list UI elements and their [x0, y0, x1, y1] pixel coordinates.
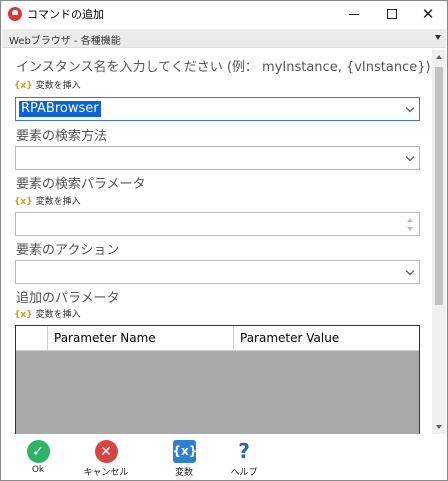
insert-variable-label: 変数を挿入: [35, 310, 81, 320]
command-category-select[interactable]: Webブラウザ - 各種機能: [2, 29, 446, 48]
window-title: コマンドの追加: [27, 8, 104, 21]
form-panel: インスタンス名を入力してください (例： myInstance, {vInsta…: [2, 50, 432, 434]
variables-button[interactable]: {x} 変数: [159, 440, 209, 480]
column-header-parameter-value[interactable]: Parameter Value: [234, 326, 419, 351]
help-question-icon: ?: [238, 439, 250, 463]
scroll-up-icon[interactable]: [436, 55, 442, 59]
insert-variable-label: 変数を挿入: [35, 197, 81, 207]
insert-variable-label: 変数を挿入: [35, 81, 81, 91]
extra-params-insert-variable-link[interactable]: {x} 変数を挿入: [14, 307, 81, 320]
grid-header: Parameter Name Parameter Value: [16, 326, 419, 351]
parameter-grid[interactable]: Parameter Name Parameter Value: [15, 325, 420, 434]
chevron-down-icon[interactable]: [405, 152, 415, 162]
check-icon: ✓: [26, 440, 50, 463]
spin-down-icon[interactable]: [407, 227, 413, 231]
search-param-insert-variable-link[interactable]: {x} 変数を挿入: [14, 194, 81, 207]
cancel-button[interactable]: ✕ キャンセル: [81, 440, 131, 480]
add-command-window: コマンドの追加 ✕ Webブラウザ - 各種機能 インスタンス名を入力してくださ…: [0, 0, 448, 481]
ok-button[interactable]: ✓ Ok: [13, 440, 63, 480]
instance-value: RPABrowser: [19, 101, 101, 117]
close-button[interactable]: ✕: [409, 1, 447, 27]
search-method-combobox[interactable]: [15, 146, 420, 170]
chevron-down-icon[interactable]: [405, 266, 415, 276]
chevron-down-icon: [435, 35, 441, 40]
vertical-scrollbar[interactable]: [432, 50, 446, 434]
column-header-parameter-name[interactable]: Parameter Name: [48, 326, 234, 351]
search-param-input[interactable]: [15, 212, 420, 236]
instance-insert-variable-link[interactable]: {x} 変数を挿入: [14, 78, 81, 91]
instance-label: インスタンス名を入力してください (例： myInstance, {vInsta…: [16, 60, 431, 75]
footer-toolbar: ✓ Ok ✕ キャンセル {x} 変数 ? ヘルプ: [2, 434, 446, 480]
variables-icon: {x}: [172, 440, 197, 463]
maximize-button[interactable]: [373, 1, 411, 27]
close-icon: ✕: [421, 4, 435, 23]
search-param-label: 要素の検索パラメータ: [16, 177, 146, 192]
action-label: 要素のアクション: [16, 243, 120, 258]
scrollbar-thumb[interactable]: [435, 67, 443, 305]
scroll-down-icon[interactable]: [436, 425, 442, 429]
variable-bracket-icon: {x}: [14, 310, 33, 320]
ok-label: Ok: [31, 465, 45, 475]
instance-combobox[interactable]: RPABrowser: [15, 97, 420, 121]
help-label: ヘルプ: [230, 468, 258, 478]
extra-params-label: 追加のパラメータ: [16, 291, 120, 306]
cancel-label: キャンセル: [83, 468, 129, 478]
help-button[interactable]: ? ヘルプ: [219, 440, 269, 480]
spin-up-icon[interactable]: [407, 218, 413, 222]
title-bar: コマンドの追加 ✕: [1, 1, 447, 27]
action-combobox[interactable]: [15, 260, 420, 284]
minimize-icon: [349, 13, 359, 15]
variable-bracket-icon: {x}: [14, 197, 33, 207]
grid-row-header[interactable]: [16, 326, 48, 351]
variables-label: 変数: [174, 468, 193, 478]
search-method-label: 要素の検索方法: [16, 129, 108, 144]
cancel-x-icon: ✕: [94, 440, 118, 463]
command-category-label: Webブラウザ - 各種機能: [9, 36, 121, 47]
maximize-icon: [387, 9, 397, 19]
app-icon: [8, 7, 22, 21]
variable-bracket-icon: {x}: [14, 81, 33, 91]
chevron-down-icon[interactable]: [405, 103, 415, 113]
minimize-button[interactable]: [335, 1, 373, 27]
